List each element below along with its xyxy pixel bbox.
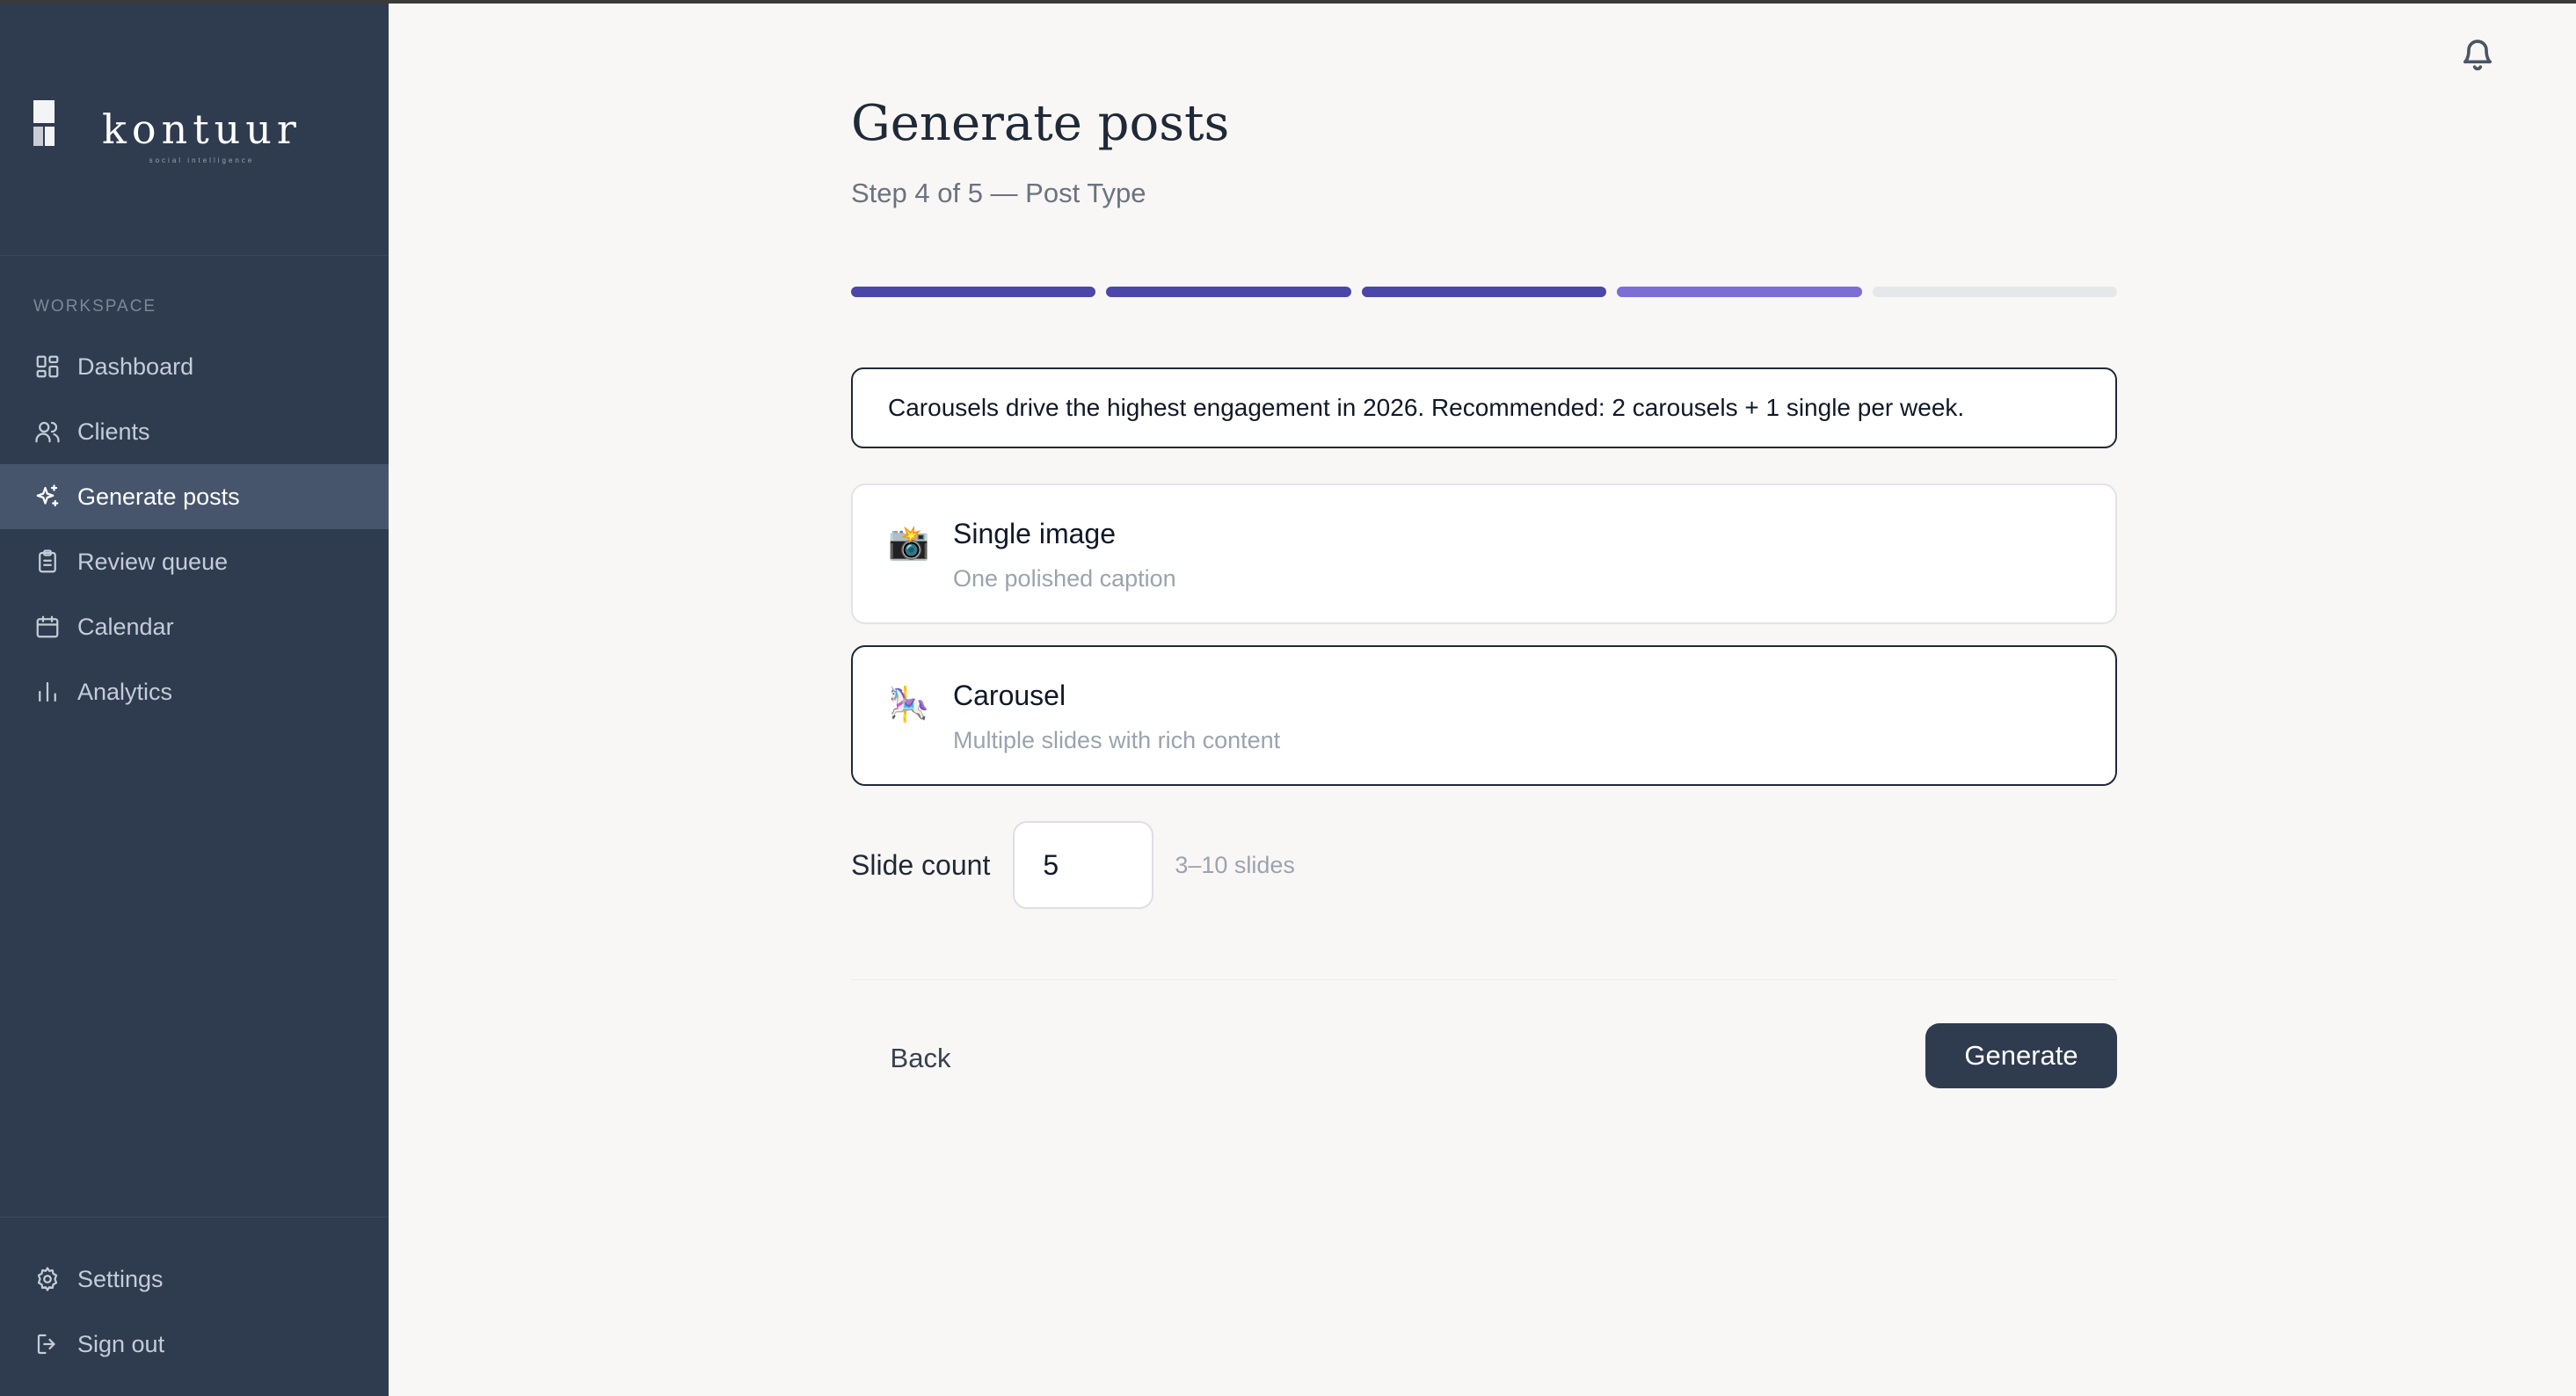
gear-icon — [33, 1265, 62, 1293]
sidebar-item-label: Sign out — [77, 1330, 165, 1357]
sidebar-item-label: Generate posts — [77, 483, 240, 510]
progress-step-5 — [1872, 287, 2118, 297]
users-icon — [33, 418, 62, 446]
brand-text: kontuur social intelligence — [102, 100, 302, 164]
option-carousel[interactable]: 🎠 Carousel Multiple slides with rich con… — [851, 645, 2117, 786]
sidebar-divider — [0, 1217, 389, 1218]
sidebar-item-generate-posts[interactable]: Generate posts — [0, 464, 389, 529]
option-text: Single image One polished caption — [953, 518, 1176, 593]
slide-count-row: Slide count 3–10 slides — [851, 821, 1295, 909]
sidebar-item-label: Calendar — [77, 613, 174, 640]
brand-name: kontuur — [102, 105, 302, 153]
dashboard-icon — [33, 353, 62, 381]
brand-logo[interactable]: kontuur social intelligence — [33, 100, 302, 164]
sidebar-item-label: Settings — [77, 1265, 164, 1292]
sidebar: kontuur social intelligence WORKSPACE Da… — [0, 4, 389, 1396]
sidebar-item-label: Analytics — [77, 678, 173, 705]
option-description: One polished caption — [953, 565, 1176, 593]
sidebar-item-calendar[interactable]: Calendar — [0, 594, 389, 659]
sidebar-item-label: Dashboard — [77, 353, 194, 380]
carousel-horse-icon: 🎠 — [888, 685, 930, 723]
footer-divider — [851, 979, 2117, 980]
sparkles-icon — [33, 483, 62, 511]
sidebar-item-clients[interactable]: Clients — [0, 399, 389, 464]
progress-step-2 — [1106, 287, 1351, 297]
sidebar-item-settings[interactable]: Settings — [0, 1247, 389, 1312]
progress-steps — [851, 287, 2118, 297]
sidebar-item-label: Review queue — [77, 548, 229, 575]
option-title: Carousel — [953, 680, 1066, 711]
sidebar-item-review-queue[interactable]: Review queue — [0, 529, 389, 594]
option-text: Carousel Multiple slides with rich conte… — [953, 680, 1280, 754]
sidebar-item-sign-out[interactable]: Sign out — [0, 1312, 389, 1377]
slide-count-input[interactable] — [1013, 821, 1154, 909]
progress-step-3 — [1361, 287, 1607, 297]
clipboard-icon — [33, 548, 62, 576]
brand-tagline: social intelligence — [149, 156, 255, 164]
bell-icon[interactable] — [2460, 35, 2495, 74]
slide-count-hint: 3–10 slides — [1175, 851, 1295, 878]
progress-step-1 — [851, 287, 1096, 297]
bar-chart-icon — [33, 678, 62, 706]
page-title: Generate posts — [851, 95, 1230, 152]
calendar-icon — [33, 613, 62, 641]
slide-count-label: Slide count — [851, 848, 991, 881]
sidebar-divider — [0, 255, 389, 256]
kontuur-logo-icon — [33, 100, 56, 148]
sidebar-item-dashboard[interactable]: Dashboard — [0, 334, 389, 399]
sidebar-item-label: Clients — [77, 418, 150, 445]
sidebar-item-analytics[interactable]: Analytics — [0, 659, 389, 724]
camera-flash-icon: 📸 — [888, 523, 930, 562]
step-subtitle: Step 4 of 5 — Post Type — [851, 178, 1146, 208]
option-title: Single image — [953, 518, 1116, 549]
sidebar-footer-nav: Settings Sign out — [0, 1247, 389, 1377]
progress-step-4 — [1617, 287, 1862, 297]
sidebar-nav: Dashboard Clients Generate posts Review … — [0, 334, 389, 724]
sign-out-icon — [33, 1330, 62, 1358]
recommendation-tip: Carousels drive the highest engagement i… — [851, 367, 2117, 448]
generate-button[interactable]: Generate — [1925, 1023, 2117, 1088]
option-description: Multiple slides with rich content — [953, 727, 1281, 754]
sidebar-section-label: WORKSPACE — [33, 297, 157, 316]
option-single-image[interactable]: 📸 Single image One polished caption — [851, 484, 2117, 624]
back-button[interactable]: Back — [851, 1027, 990, 1090]
